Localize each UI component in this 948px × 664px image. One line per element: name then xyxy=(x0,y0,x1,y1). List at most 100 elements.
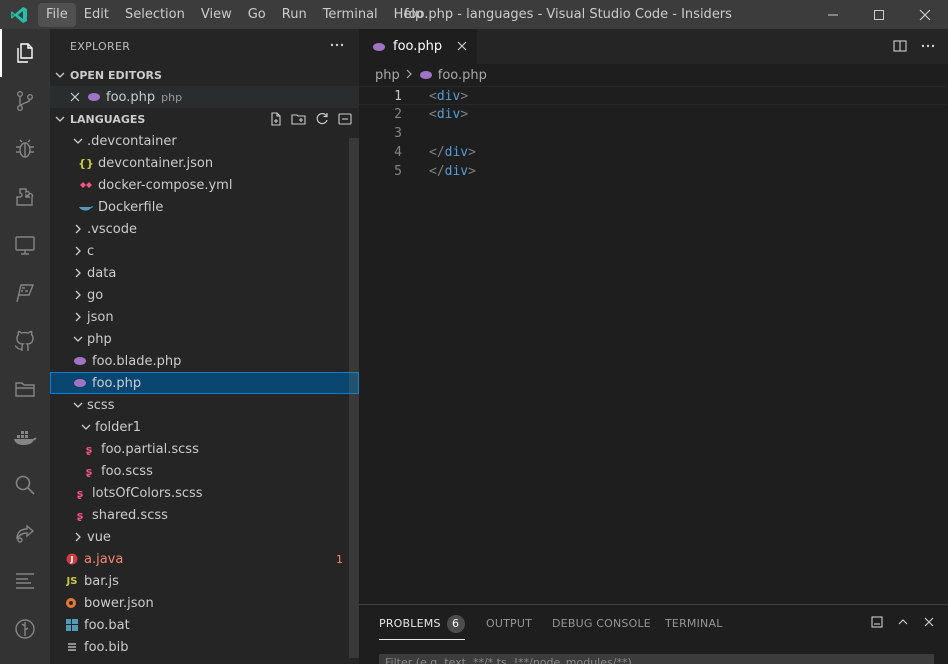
open-editor-item[interactable]: foo.php php xyxy=(50,86,359,108)
tree-folder-folder1[interactable]: folder1 xyxy=(50,416,359,438)
problems-count-badge: 6 xyxy=(446,615,465,633)
source-control-icon[interactable] xyxy=(0,77,50,125)
tree-file-lotsofcolors-scss[interactable]: ʂ lotsOfColors.scss xyxy=(50,482,359,504)
js-file-icon: JS xyxy=(66,575,78,587)
php-file-icon xyxy=(371,39,387,55)
remote-explorer-icon[interactable] xyxy=(0,221,50,269)
maximize-button[interactable] xyxy=(856,0,902,29)
menu-go[interactable]: Go xyxy=(240,3,274,27)
tab-label: foo.php xyxy=(393,39,443,54)
new-folder-icon[interactable] xyxy=(291,111,307,130)
extensions-icon[interactable] xyxy=(0,173,50,221)
chevron-right-icon xyxy=(50,246,83,256)
minimize-button[interactable] xyxy=(810,0,856,29)
chevron-up-icon[interactable] xyxy=(896,615,910,633)
line-number: 2 xyxy=(394,107,402,122)
folder-icon[interactable] xyxy=(0,365,50,413)
sidebar-title: EXPLORER xyxy=(70,40,131,53)
close-tab-icon[interactable] xyxy=(455,39,469,57)
menu-view[interactable]: View xyxy=(193,3,240,27)
outline-icon[interactable] xyxy=(0,557,50,605)
tree-folder-go[interactable]: go xyxy=(50,284,359,306)
bower-file-icon xyxy=(64,595,80,611)
tree-folder-data[interactable]: data xyxy=(50,262,359,284)
workspace-section-header[interactable]: LANGUAGES xyxy=(50,108,359,130)
tree-folder-c[interactable]: c xyxy=(50,240,359,262)
tree-file-devcontainer-json[interactable]: {} devcontainer.json xyxy=(50,152,359,174)
tree-label: scss xyxy=(87,397,115,413)
close-panel-icon[interactable] xyxy=(922,615,936,633)
tree-file-foo-scss[interactable]: ʂ foo.scss xyxy=(50,460,359,482)
close-icon[interactable] xyxy=(50,92,80,102)
new-file-icon[interactable] xyxy=(268,111,284,130)
explorer-actions xyxy=(268,111,353,130)
tree-file-bower-json[interactable]: bower.json xyxy=(50,592,359,614)
java-file-icon: J xyxy=(64,551,80,567)
code-line: 2 <div> xyxy=(359,105,948,124)
tree-file-foo-bib[interactable]: foo.bib xyxy=(50,636,359,658)
tree-folder-devcontainer[interactable]: .devcontainer xyxy=(50,130,359,152)
breadcrumb: php foo.php xyxy=(359,64,948,86)
tab-foo-php[interactable]: foo.php xyxy=(359,29,477,64)
tree-file-shared-scss[interactable]: ʂ shared.scss xyxy=(50,504,359,526)
tree-label: bar.js xyxy=(84,573,119,589)
tree-label: foo.blade.php xyxy=(92,353,182,369)
code-editor[interactable]: 1 <div> 2 <div> 3 4 </div> 5 </div> xyxy=(359,86,948,604)
more-actions-icon[interactable] xyxy=(920,38,936,58)
live-share-icon[interactable] xyxy=(0,509,50,557)
tree-file-foo-partial-scss[interactable]: ʂ foo.partial.scss xyxy=(50,438,359,460)
problems-filter-input[interactable]: Filter (e.g. text, **/*.ts, !**/node_mod… xyxy=(379,654,934,664)
tree-label: json xyxy=(87,309,114,325)
tab-problems[interactable]: PROBLEMS 6 xyxy=(379,607,465,640)
window-title: foo.php - languages - Visual Studio Code… xyxy=(404,7,732,22)
close-window-button[interactable] xyxy=(902,0,948,29)
tree-folder-scss[interactable]: scss xyxy=(50,394,359,416)
split-editor-icon[interactable] xyxy=(892,38,908,58)
tree-file-foo-blade-php[interactable]: foo.blade.php xyxy=(50,350,359,372)
tree-file-dockerfile[interactable]: Dockerfile xyxy=(50,196,359,218)
docker-icon[interactable] xyxy=(0,413,50,461)
line-number: 5 xyxy=(394,164,402,179)
chevron-down-icon xyxy=(50,70,70,80)
collapse-all-icon[interactable] xyxy=(337,111,353,130)
tab-debug-console[interactable]: DEBUG CONSOLE xyxy=(552,605,651,640)
sidebar-scrollbar[interactable] xyxy=(349,138,359,658)
tree-file-foo-bat[interactable]: foo.bat xyxy=(50,614,359,636)
menu-file[interactable]: File xyxy=(38,2,76,27)
line-content: <div> xyxy=(429,87,468,106)
testing-icon[interactable] xyxy=(0,269,50,317)
breadcrumb-folder[interactable]: php xyxy=(375,68,400,83)
open-editor-name: foo.php xyxy=(106,89,156,105)
github-icon[interactable] xyxy=(0,317,50,365)
explorer-icon[interactable] xyxy=(0,29,50,77)
tree-file-bar-js[interactable]: JS bar.js xyxy=(50,570,359,592)
open-editors-section-header[interactable]: OPEN EDITORS xyxy=(50,64,359,86)
tab-terminal[interactable]: TERMINAL xyxy=(665,605,723,640)
maximize-panel-icon[interactable] xyxy=(870,615,884,633)
tree-label: .devcontainer xyxy=(87,133,177,149)
panel-actions xyxy=(870,615,936,633)
menu-edit[interactable]: Edit xyxy=(76,3,117,27)
php-file-icon xyxy=(72,375,88,391)
tree-file-a-java[interactable]: J a.java 1 xyxy=(50,548,359,570)
chevron-down-icon xyxy=(50,422,91,432)
menu-selection[interactable]: Selection xyxy=(117,3,193,27)
debug-icon[interactable] xyxy=(0,125,50,173)
tree-file-docker-compose[interactable]: docker-compose.yml xyxy=(50,174,359,196)
sidebar-header: EXPLORER xyxy=(50,29,359,64)
tree-folder-vue[interactable]: vue xyxy=(50,526,359,548)
tree-label: Dockerfile xyxy=(98,199,164,215)
tree-file-foo-php[interactable]: foo.php xyxy=(50,372,359,394)
bottom-panel: PROBLEMS 6 OUTPUT DEBUG CONSOLE TERMINAL … xyxy=(359,604,948,664)
breadcrumb-file[interactable]: foo.php xyxy=(438,68,487,83)
tree-folder-json[interactable]: json xyxy=(50,306,359,328)
chevron-down-icon xyxy=(50,114,70,124)
refresh-icon[interactable] xyxy=(314,111,330,130)
line-content: <div> xyxy=(429,105,468,124)
search-icon[interactable] xyxy=(0,461,50,509)
tab-output[interactable]: OUTPUT xyxy=(486,605,532,640)
tree-folder-php[interactable]: php xyxy=(50,328,359,350)
tree-folder-vscode[interactable]: .vscode xyxy=(50,218,359,240)
more-actions-icon[interactable] xyxy=(329,37,345,56)
timeline-icon[interactable] xyxy=(0,605,50,653)
